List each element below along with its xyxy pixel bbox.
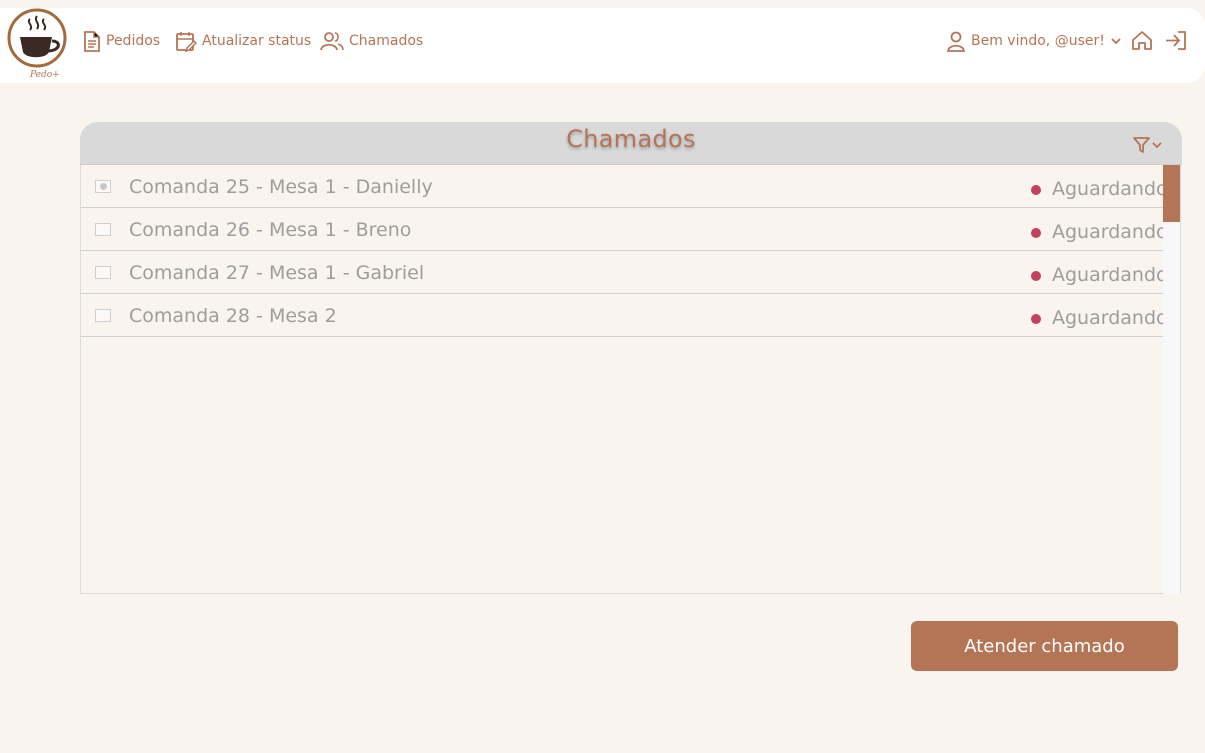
call-select-checkbox[interactable]: [95, 266, 111, 279]
nav-pedidos[interactable]: Pedidos: [82, 30, 160, 52]
nav-chamados-label: Chamados: [349, 33, 424, 49]
nav-pedidos-label: Pedidos: [106, 33, 161, 49]
nav-atualizar-status[interactable]: Atualizar status: [176, 30, 311, 52]
nav-status-label: Atualizar status: [202, 33, 312, 49]
status-dot-icon: [1031, 185, 1041, 195]
logo-text: Pedo+: [30, 70, 60, 80]
user-icon: [946, 31, 966, 52]
call-select-checkbox[interactable]: [95, 180, 111, 193]
chevron-down-icon: [1111, 38, 1121, 45]
call-select-checkbox[interactable]: [95, 223, 111, 236]
logout-icon: [1166, 31, 1186, 50]
user-menu[interactable]: Bem vindo, @user!: [946, 30, 1122, 52]
attend-call-button[interactable]: Atender chamado: [911, 621, 1178, 671]
user-greeting: Bem vindo, @user!: [971, 33, 1105, 49]
calls-panel-header: Chamados: [80, 122, 1182, 165]
calls-panel: Chamados Comanda 25 - Mesa 1 - Danielly …: [80, 122, 1182, 594]
scrollbar-thumb[interactable]: [1163, 165, 1180, 222]
status-dot-icon: [1031, 314, 1041, 324]
filter-icon: [1133, 137, 1150, 153]
call-select-checkbox[interactable]: [95, 309, 111, 322]
chevron-down-icon: [1152, 141, 1162, 148]
call-status: Aguardando: [1052, 221, 1168, 243]
call-status: Aguardando: [1052, 178, 1168, 200]
home-button[interactable]: [1131, 30, 1153, 55]
call-row[interactable]: Comanda 26 - Mesa 1 - Breno Aguardando: [81, 208, 1168, 251]
call-row[interactable]: Comanda 27 - Mesa 1 - Gabriel Aguardando: [81, 251, 1168, 294]
call-label: Comanda 25 - Mesa 1 - Danielly: [129, 176, 433, 198]
calls-list: Comanda 25 - Mesa 1 - Danielly Aguardand…: [81, 165, 1168, 337]
home-icon: [1132, 31, 1152, 50]
status-dot-icon: [1031, 271, 1041, 281]
calls-panel-title: Chamados: [566, 125, 696, 153]
status-dot-icon: [1031, 228, 1041, 238]
document-icon: [84, 30, 100, 52]
call-row[interactable]: Comanda 28 - Mesa 2 Aguardando: [81, 294, 1168, 337]
filter-button[interactable]: [1133, 136, 1162, 153]
nav-chamados[interactable]: Chamados: [320, 30, 423, 52]
call-row[interactable]: Comanda 25 - Mesa 1 - Danielly Aguardand…: [81, 165, 1168, 208]
calls-scrollbar[interactable]: [1163, 165, 1180, 594]
top-navbar: Pedo+ Pedidos Atualizar status Chamados …: [0, 8, 1205, 83]
call-label: Comanda 26 - Mesa 1 - Breno: [129, 219, 412, 241]
coffee-logo[interactable]: Pedo+: [6, 7, 68, 83]
call-status: Aguardando: [1052, 307, 1168, 329]
logout-button[interactable]: [1164, 30, 1188, 55]
call-label: Comanda 28 - Mesa 2: [129, 305, 337, 327]
call-label: Comanda 27 - Mesa 1 - Gabriel: [129, 262, 425, 284]
users-icon: [320, 32, 344, 51]
call-status: Aguardando: [1052, 264, 1168, 286]
calendar-edit-icon: [176, 31, 197, 52]
